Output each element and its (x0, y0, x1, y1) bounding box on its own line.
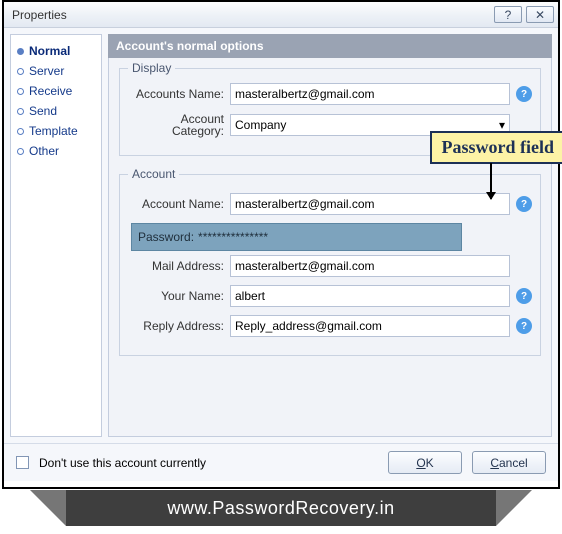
your-name-label: Your Name: (128, 289, 230, 303)
accounts-name-input[interactable] (230, 83, 510, 105)
sidebar-item-label: Other (29, 144, 59, 158)
dialog-footer: Don't use this account currently OK Canc… (4, 443, 558, 481)
sidebar-item-label: Normal (29, 44, 70, 58)
your-name-input[interactable] (230, 285, 510, 307)
sidebar-item-other[interactable]: Other (15, 141, 97, 161)
mail-address-input[interactable] (230, 255, 510, 277)
help-icon[interactable]: ? (516, 318, 532, 334)
sidebar-item-label: Receive (29, 84, 72, 98)
titlebar-close-button[interactable]: ✕ (526, 6, 554, 23)
titlebar-help-button[interactable]: ? (494, 6, 522, 23)
help-icon[interactable]: ? (516, 288, 532, 304)
dont-use-checkbox[interactable] (16, 456, 29, 469)
arrow-icon (490, 163, 492, 199)
dialog-window: Properties ? ✕ Normal Server Receive Sen… (2, 0, 560, 489)
main-panel: Account's normal options Display Account… (108, 34, 552, 437)
reply-address-label: Reply Address: (128, 319, 230, 333)
branding-strip: www.PasswordRecovery.in (66, 490, 496, 526)
sidebar-item-receive[interactable]: Receive (15, 81, 97, 101)
account-name-label: Account Name: (128, 197, 230, 211)
ok-button[interactable]: OK (388, 451, 462, 474)
panel-heading: Account's normal options (108, 34, 552, 58)
branding-url: www.PasswordRecovery.in (167, 498, 394, 519)
group-title: Display (128, 61, 175, 75)
account-name-input[interactable] (230, 193, 510, 215)
cancel-button[interactable]: Cancel (472, 451, 546, 474)
accounts-name-label: Accounts Name: (128, 87, 230, 101)
sidebar-item-normal[interactable]: Normal (15, 41, 97, 61)
bullet-icon (17, 128, 24, 135)
bullet-icon (17, 48, 24, 55)
password-row: Password: *************** (128, 223, 532, 249)
close-icon: ✕ (535, 8, 545, 22)
bullet-icon (17, 108, 24, 115)
password-label: Password: (138, 230, 194, 244)
sidebar-item-label: Send (29, 104, 57, 118)
reply-address-row: Reply Address: ? (128, 315, 532, 337)
account-category-value: Company (235, 118, 286, 132)
help-icon[interactable]: ? (516, 86, 532, 102)
bullet-icon (17, 88, 24, 95)
accounts-name-row: Accounts Name: ? (128, 83, 532, 105)
sidebar-item-server[interactable]: Server (15, 61, 97, 81)
account-category-label: Account Category: (128, 113, 230, 137)
dialog-content: Normal Server Receive Send Template Othe… (4, 28, 558, 443)
panel-body: Display Accounts Name: ? Account Categor… (108, 58, 552, 437)
sidebar-item-label: Server (29, 64, 64, 78)
titlebar: Properties ? ✕ (4, 2, 558, 28)
sidebar-item-send[interactable]: Send (15, 101, 97, 121)
account-name-row: Account Name: ? (128, 193, 532, 215)
chevron-down-icon: ▾ (499, 118, 505, 132)
sidebar-item-template[interactable]: Template (15, 121, 97, 141)
account-group: Account Password field Account Name: ? P… (119, 174, 541, 356)
password-value: *************** (198, 230, 268, 244)
bullet-icon (17, 68, 24, 75)
mail-address-row: Mail Address: ? (128, 255, 532, 277)
sidebar: Normal Server Receive Send Template Othe… (10, 34, 102, 437)
question-icon: ? (505, 8, 512, 22)
mail-address-label: Mail Address: (128, 259, 230, 273)
group-title: Account (128, 167, 179, 181)
sidebar-item-label: Template (29, 124, 78, 138)
help-icon[interactable]: ? (516, 196, 532, 212)
password-callout: Password field (430, 131, 562, 164)
cancel-rest: ancel (499, 456, 528, 470)
ok-rest: K (426, 456, 434, 470)
your-name-row: Your Name: ? (128, 285, 532, 307)
callout-text: Password field (430, 131, 562, 164)
bullet-icon (17, 148, 24, 155)
dont-use-label: Don't use this account currently (39, 456, 206, 470)
password-highlight: Password: *************** (131, 223, 462, 251)
reply-address-input[interactable] (230, 315, 510, 337)
window-title: Properties (12, 8, 490, 22)
